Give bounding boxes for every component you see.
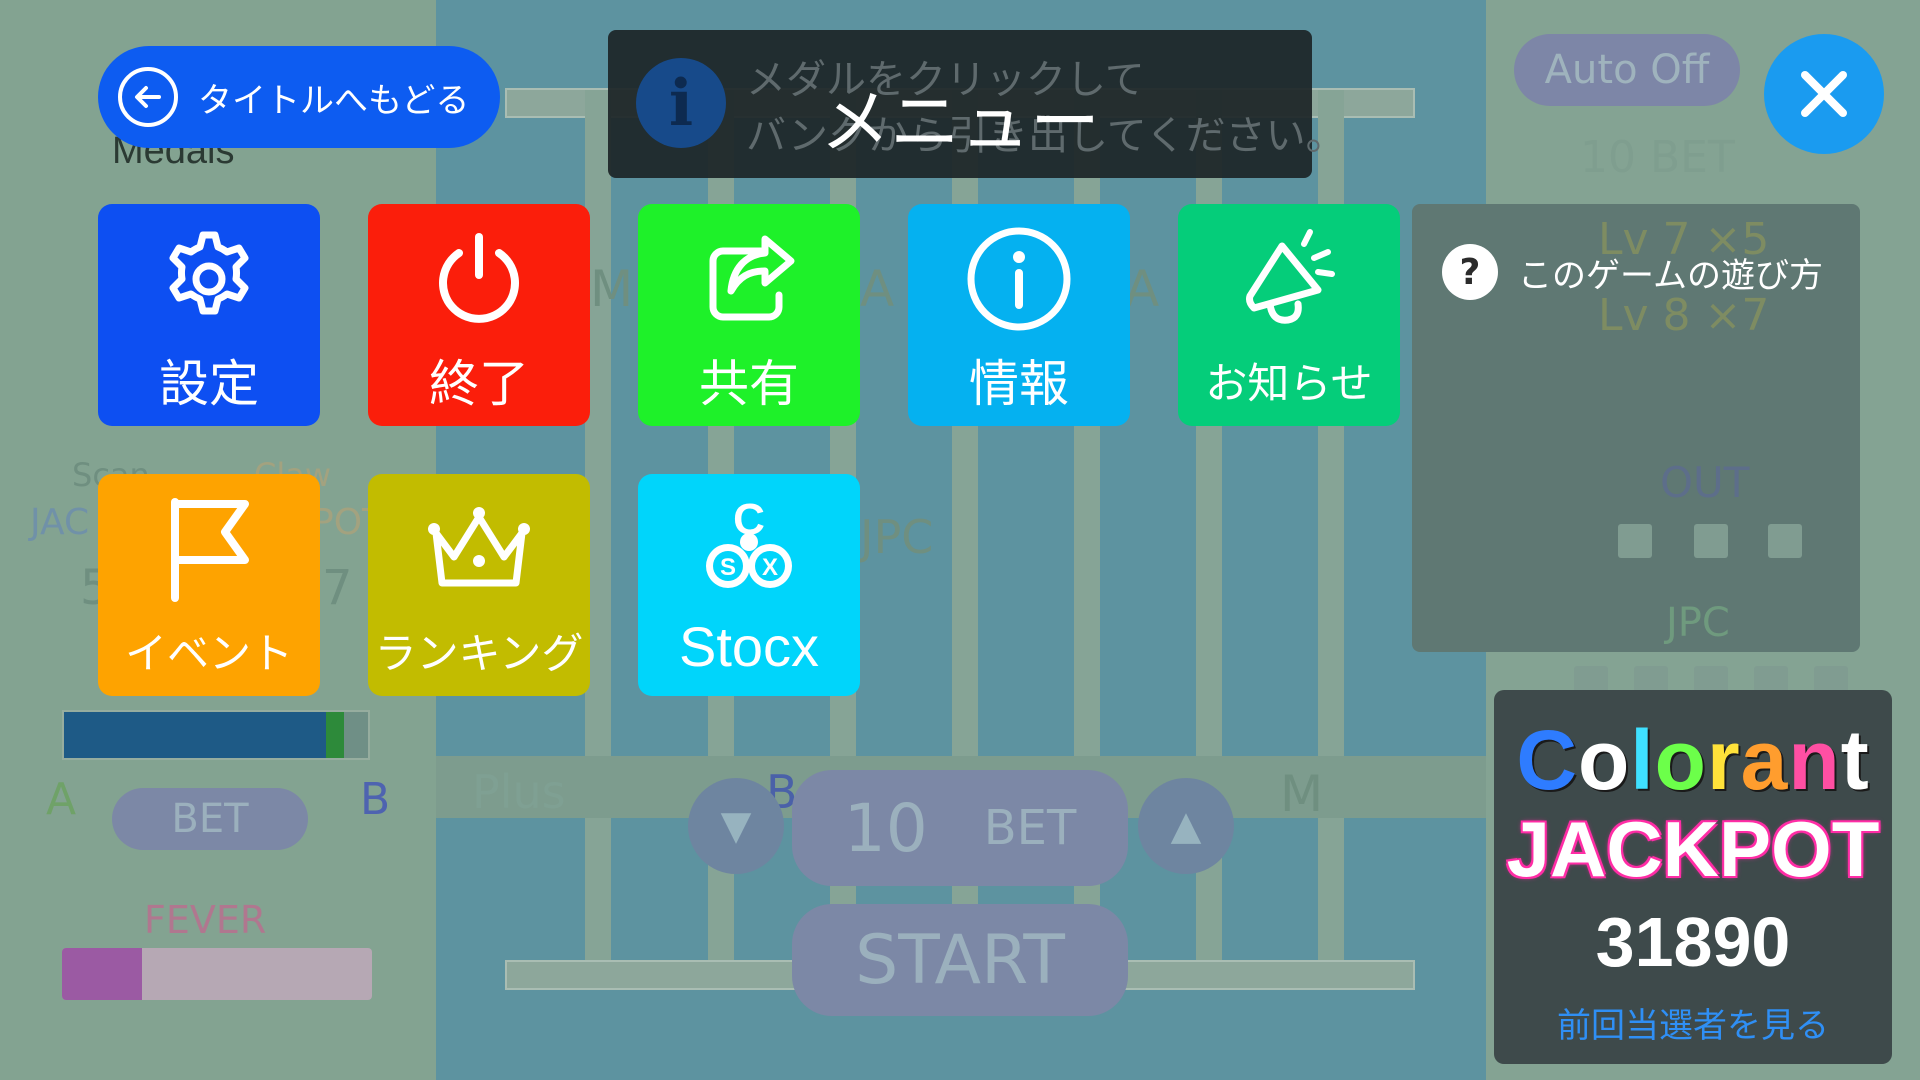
news-button[interactable]: お知らせ [1178,204,1400,426]
arrow-left-icon [118,67,178,127]
menu-title: メニュー [820,81,1100,163]
previous-winners-link[interactable]: 前回当選者を見る [1494,998,1892,1047]
power-icon [429,224,529,334]
megaphone-icon [1234,224,1344,334]
auto-toggle-ghost: Auto Off [1514,34,1740,106]
help-icon[interactable]: ? [1442,244,1498,300]
share-button[interactable]: 共有 [638,204,860,426]
stocx-button[interactable]: C S X Stocx [638,474,860,696]
brand-letter: l [1630,713,1655,807]
jackpot-panel: Colorant JACKPOT 31890 前回当選者を見る [1494,690,1892,1064]
bet-down-ghost: ▼ [688,778,784,874]
event-button[interactable]: イベント [98,474,320,696]
how-to-play-link[interactable]: このゲームの遊び方 [1518,248,1823,297]
brand-letter: o [1654,713,1707,807]
brand-letter: o [1577,713,1631,807]
close-icon [1801,71,1847,117]
jackpot-title: JACKPOT [1506,805,1880,893]
stocx-icon: C S X [699,494,799,604]
back-button-label: タイトルへもどる [198,80,470,121]
share-label: 共有 [699,355,799,413]
jackpot-brand: Colorant [1494,712,1892,809]
brand-letter: a [1740,713,1789,807]
ranking-label: ランキング [374,629,584,678]
settings-label: 設定 [159,355,259,413]
svg-text:S: S [720,554,736,581]
brand-letter: r [1706,713,1741,807]
start-button-ghost: START [792,904,1128,1016]
ranking-button[interactable]: ランキング [368,474,590,696]
brand-letter: n [1788,713,1841,807]
menu-title-bar: i メダルをクリックして バンクから引き出してください。 メニュー [608,30,1346,178]
quit-label: 終了 [429,355,529,413]
share-icon [699,224,799,334]
information-button[interactable]: 情報 [908,204,1130,426]
bet-button-ghost: BET [112,788,308,850]
flag-icon [161,494,257,604]
information-label: 情報 [969,355,1069,413]
brand-letter: t [1840,713,1870,807]
fever-meter [62,948,372,1000]
news-label: お知らせ [1205,359,1373,408]
brand-letter: C [1516,713,1578,807]
svg-text:X: X [762,554,778,581]
bet-display-ghost: 10 BET [792,770,1128,886]
stocx-label: Stocx [678,615,820,678]
info-icon [965,224,1073,334]
bet-up-ghost: ▲ [1138,778,1234,874]
gear-icon [159,224,259,334]
quit-button[interactable]: 終了 [368,204,590,426]
event-label: イベント [124,629,293,678]
close-menu-button[interactable] [1764,34,1884,154]
crown-icon [422,494,536,604]
back-to-title-button[interactable]: タイトルへもどる [98,46,500,148]
jackpot-value: 31890 [1595,903,1791,981]
medal-meter [62,710,370,760]
settings-button[interactable]: 設定 [98,204,320,426]
